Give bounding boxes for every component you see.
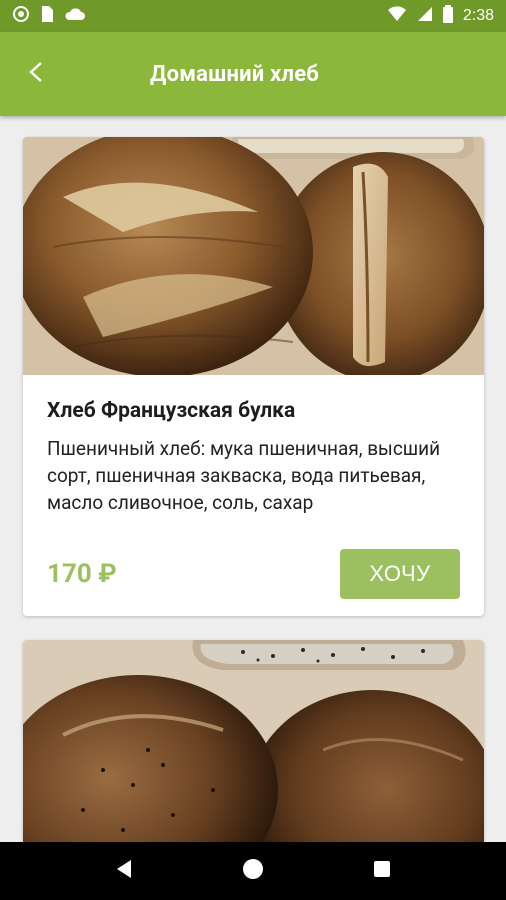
product-photo bbox=[23, 137, 484, 375]
sim-icon bbox=[40, 5, 54, 27]
wifi-icon bbox=[387, 6, 407, 26]
signal-icon bbox=[417, 6, 433, 26]
product-photo bbox=[23, 640, 484, 842]
app-bar: Домашний хлеб bbox=[0, 32, 506, 116]
product-price: 170 ₽ bbox=[47, 559, 117, 589]
circle-icon bbox=[12, 5, 30, 27]
battery-icon bbox=[442, 5, 453, 27]
nav-back-button[interactable] bbox=[104, 851, 144, 891]
recents-square-icon bbox=[373, 860, 391, 882]
page-title: Домашний хлеб bbox=[150, 61, 320, 87]
back-button[interactable] bbox=[0, 32, 72, 116]
product-list[interactable]: Хлеб Французская булка Пшеничный хлеб: м… bbox=[0, 116, 506, 842]
back-triangle-icon bbox=[115, 859, 133, 883]
nav-recents-button[interactable] bbox=[362, 851, 402, 891]
navigation-bar bbox=[0, 842, 506, 900]
cloud-icon bbox=[64, 6, 86, 26]
back-arrow-icon bbox=[28, 61, 44, 87]
product-card[interactable] bbox=[23, 640, 484, 842]
want-button[interactable]: ХОЧУ bbox=[340, 549, 460, 599]
product-title: Хлеб Французская булка bbox=[47, 399, 296, 423]
status-time: 2:38 bbox=[462, 7, 494, 24]
home-circle-icon bbox=[242, 858, 264, 884]
product-card[interactable]: Хлеб Французская булка Пшеничный хлеб: м… bbox=[23, 137, 484, 616]
nav-home-button[interactable] bbox=[233, 851, 273, 891]
status-bar: 2:38 bbox=[0, 0, 506, 32]
product-description: Пшеничный хлеб: мука пшеничная, высший с… bbox=[47, 437, 441, 514]
